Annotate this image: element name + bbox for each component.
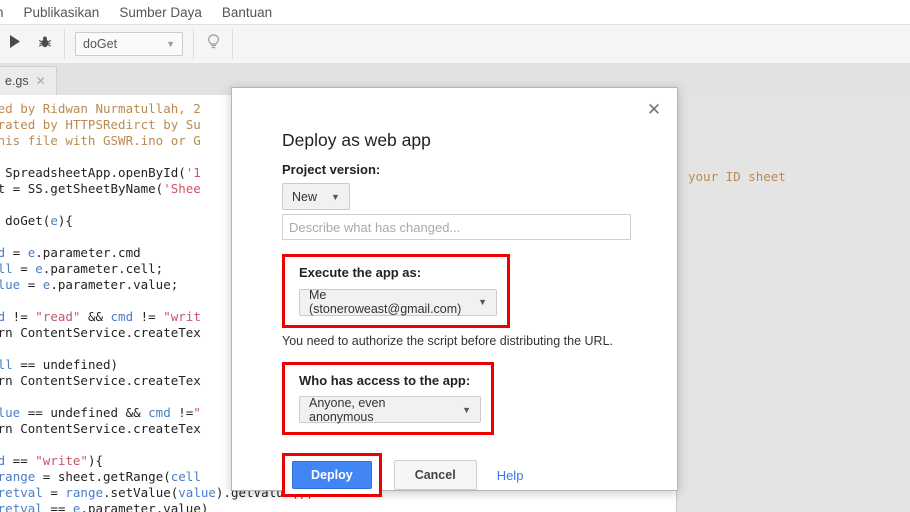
app-window: n Publikasikan Sumber Daya Bantuan [0,0,910,512]
code-line: if (retval == e.parameter.value) [0,501,209,512]
play-icon [9,35,21,53]
hint-button[interactable] [198,29,228,59]
dialog-body: Project version: New ▼ Execute the app a… [282,162,642,497]
menu-item-sumber-daya[interactable]: Sumber Daya [109,2,212,23]
code-line: ction doGet(e){ [5,213,73,228]
code-line: SS = SpreadsheetApp.openById('1 [5,165,201,180]
dialog-button-row: Deploy Cancel Help [282,453,642,497]
dialog-close-icon[interactable]: ✕ [645,100,663,118]
code-line: ar cmd = e.parameter.cmd [0,245,141,260]
menu-item-truncated[interactable]: n [0,2,14,23]
function-select-value: doGet [83,37,118,51]
access-highlight-box: Who has access to the app: Anyone, even … [282,361,494,435]
project-version-section: Project version: New ▼ [282,162,642,240]
editor-right-shade [676,95,910,512]
bug-icon [38,35,52,54]
tab-code-gs[interactable]: e.gs ✕ [0,66,57,95]
project-version-value: New [292,189,318,204]
deploy-highlight-box: Deploy [282,453,382,497]
close-icon[interactable]: ✕ [36,75,46,87]
code-line: var range = sheet.getRange(cell [0,469,201,484]
deploy-button[interactable]: Deploy [292,461,372,489]
toolbar-group-run: doGet ▼ [0,25,237,63]
access-value: Anyone, even anonymous [309,395,386,424]
menu-item-bantuan[interactable]: Bantuan [212,2,282,23]
code-line: Use this file with GSWR.ino or G [0,133,201,148]
toolbar-divider-3 [232,29,233,59]
menu-item-publikasikan[interactable]: Publikasikan [14,2,110,23]
access-select[interactable]: Anyone, even anonymous ▼ [299,395,481,424]
chevron-down-icon: ▼ [462,404,471,415]
project-version-select[interactable]: New ▼ [282,183,350,210]
function-select[interactable]: doGet ▼ [75,32,183,56]
authorize-hint: You need to authorize the script before … [282,333,613,348]
code-line: Created by Ridwan Nurmatullah, 2 [0,101,201,116]
execute-as-select[interactable]: Me (stoneroweast@gmail.com) ▼ [299,288,497,316]
execute-as-highlight-box: Execute the app as: Me (stoneroweast@gma… [282,254,510,328]
toolbar-divider-1 [64,29,65,59]
code-right-note: your ID sheet [688,169,786,184]
debug-button[interactable] [30,29,60,59]
project-version-label: Project version: [282,162,381,177]
chevron-down-icon: ▼ [331,191,340,202]
cancel-button[interactable]: Cancel [393,460,477,490]
code-line: f (cmd == "write"){ [0,453,104,468]
version-description-input[interactable] [282,214,631,240]
code-line: return ContentService.createTex [0,421,201,436]
code-line: Inspirated by HTTPSRedirct by Su [0,117,201,132]
code-line: ar value = e.parameter.value; [0,277,179,292]
access-label: Who has access to the app: [299,372,471,388]
help-link[interactable]: Help [497,468,524,483]
tab-label: e.gs [5,74,29,88]
toolbar-divider-2 [193,29,194,59]
code-line: f (value == undefined && cmd !=" [0,405,201,420]
execute-as-label: Execute the app as: [299,265,422,280]
run-button[interactable] [0,29,30,59]
chevron-down-icon: ▼ [478,297,487,307]
chevron-down-icon: ▼ [166,39,175,49]
deploy-dialog: ✕ Deploy as web app Project version: New… [231,87,678,497]
menu-bar: n Publikasikan Sumber Daya Bantuan [0,0,910,24]
code-line: f (cell == undefined) [0,357,119,372]
code-line: return ContentService.createTex [0,373,201,388]
lightbulb-icon [207,33,220,55]
code-line: ar cell = e.parameter.cell; [0,261,164,276]
toolbar: doGet ▼ [0,24,910,64]
code-line: f (cmd != "read" && cmd != "writ [0,309,201,324]
execute-as-value: Me (stoneroweast@gmail.com) [309,288,462,316]
code-line: return ContentService.createTex [0,325,201,340]
code-line: sheet = SS.getSheetByName('Shee [0,181,201,196]
dialog-title: Deploy as web app [282,130,431,150]
